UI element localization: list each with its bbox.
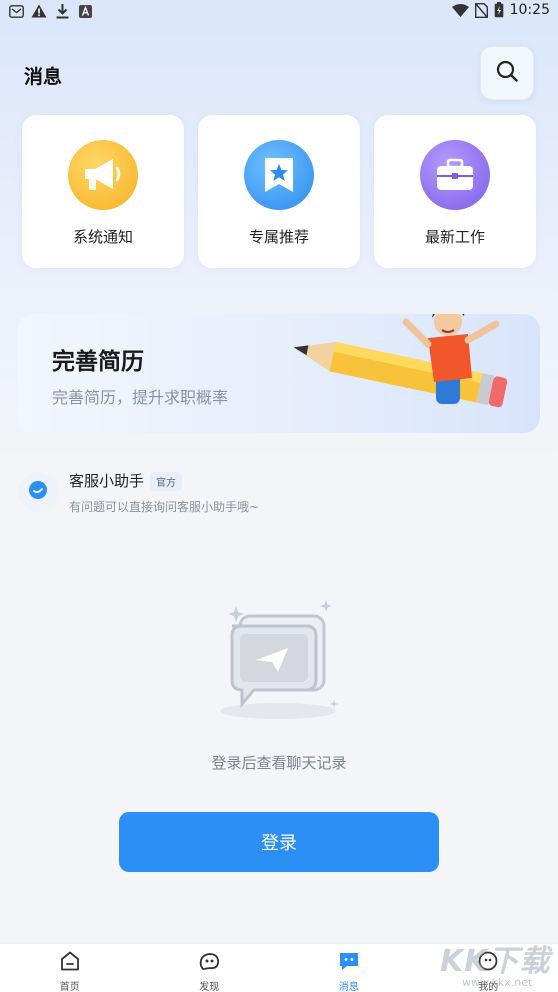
tab-home-label: 首页 [59,982,80,992]
latest-jobs-card[interactable]: 最新工作 [374,115,536,268]
home-icon [59,950,81,976]
status-time: 10:25 [509,2,550,18]
chat-bubble-icon [28,480,48,504]
pencil-rider-illustration [288,314,540,433]
exclusive-recommend-card[interactable]: 专属推荐 [198,115,360,268]
quick-entry-cards: 系统通知 专属推荐 最新工作 [22,115,536,268]
watermark-url: www.kkx.net [462,976,533,989]
megaphone-icon [68,140,138,210]
assistant-list-item[interactable]: 客服小助手 官方 有问题可以直接询问客服小助手哦~ [18,466,538,522]
official-badge: 官方 [150,472,182,491]
briefcase-icon [420,140,490,210]
no-sim-icon [474,2,488,18]
tab-discover-label: 发现 [199,982,220,992]
tab-messages-label: 消息 [338,982,359,992]
message-icon [337,950,361,976]
banner-subtitle: 完善简历，提升求职概率 [52,388,229,407]
app-a-icon [77,3,93,19]
download-icon [54,3,70,19]
tab-messages[interactable]: 消息 [279,944,419,992]
assistant-name: 客服小助手 [69,472,145,490]
discover-icon [197,950,221,976]
battery-charging-icon [494,2,504,18]
empty-chat-illustration [214,596,344,730]
tab-discover[interactable]: 发现 [140,944,280,992]
latest-jobs-label: 最新工作 [424,228,485,246]
search-icon [495,59,519,87]
wifi-icon [451,3,469,17]
warning-icon [31,3,47,19]
tab-home[interactable]: 首页 [0,944,140,992]
system-notice-card[interactable]: 系统通知 [22,115,184,268]
search-button[interactable] [480,46,534,100]
exclusive-recommend-label: 专属推荐 [248,228,309,246]
status-left-icons [8,3,93,19]
assistant-description: 有问题可以直接询问客服小助手哦~ [69,500,260,514]
bookmark-star-icon [244,140,314,210]
page-title: 消息 [24,66,63,88]
mail-icon [8,3,24,19]
status-bar: 10:25 [0,0,558,24]
banner-title: 完善简历 [52,349,144,375]
empty-state-text: 登录后查看聊天记录 [211,754,347,772]
login-button[interactable]: 登录 [119,812,439,872]
status-right-icons: 10:25 [451,2,550,18]
watermark-logo: KK下载 [440,944,551,979]
system-notice-label: 系统通知 [72,228,133,246]
resume-banner[interactable]: 完善简历 完善简历，提升求职概率 [18,314,540,433]
assistant-avatar [18,472,58,512]
